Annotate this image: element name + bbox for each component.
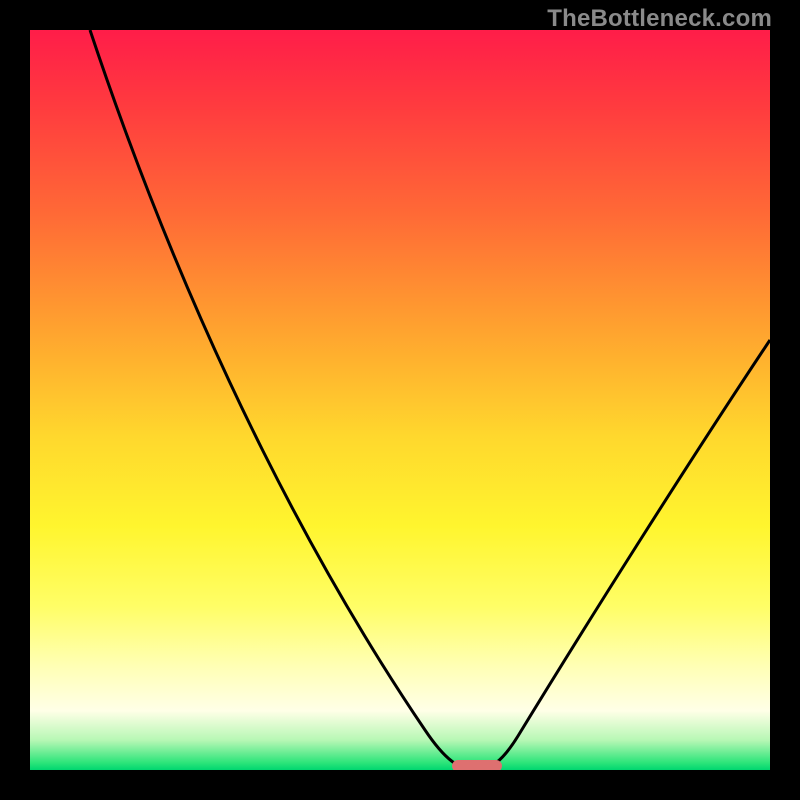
bottleneck-curve <box>30 30 770 770</box>
minimum-marker <box>452 760 502 770</box>
curve-path <box>90 30 770 770</box>
chart-frame: TheBottleneck.com <box>0 0 800 800</box>
plot-area <box>30 30 770 770</box>
watermark-text: TheBottleneck.com <box>547 5 772 33</box>
